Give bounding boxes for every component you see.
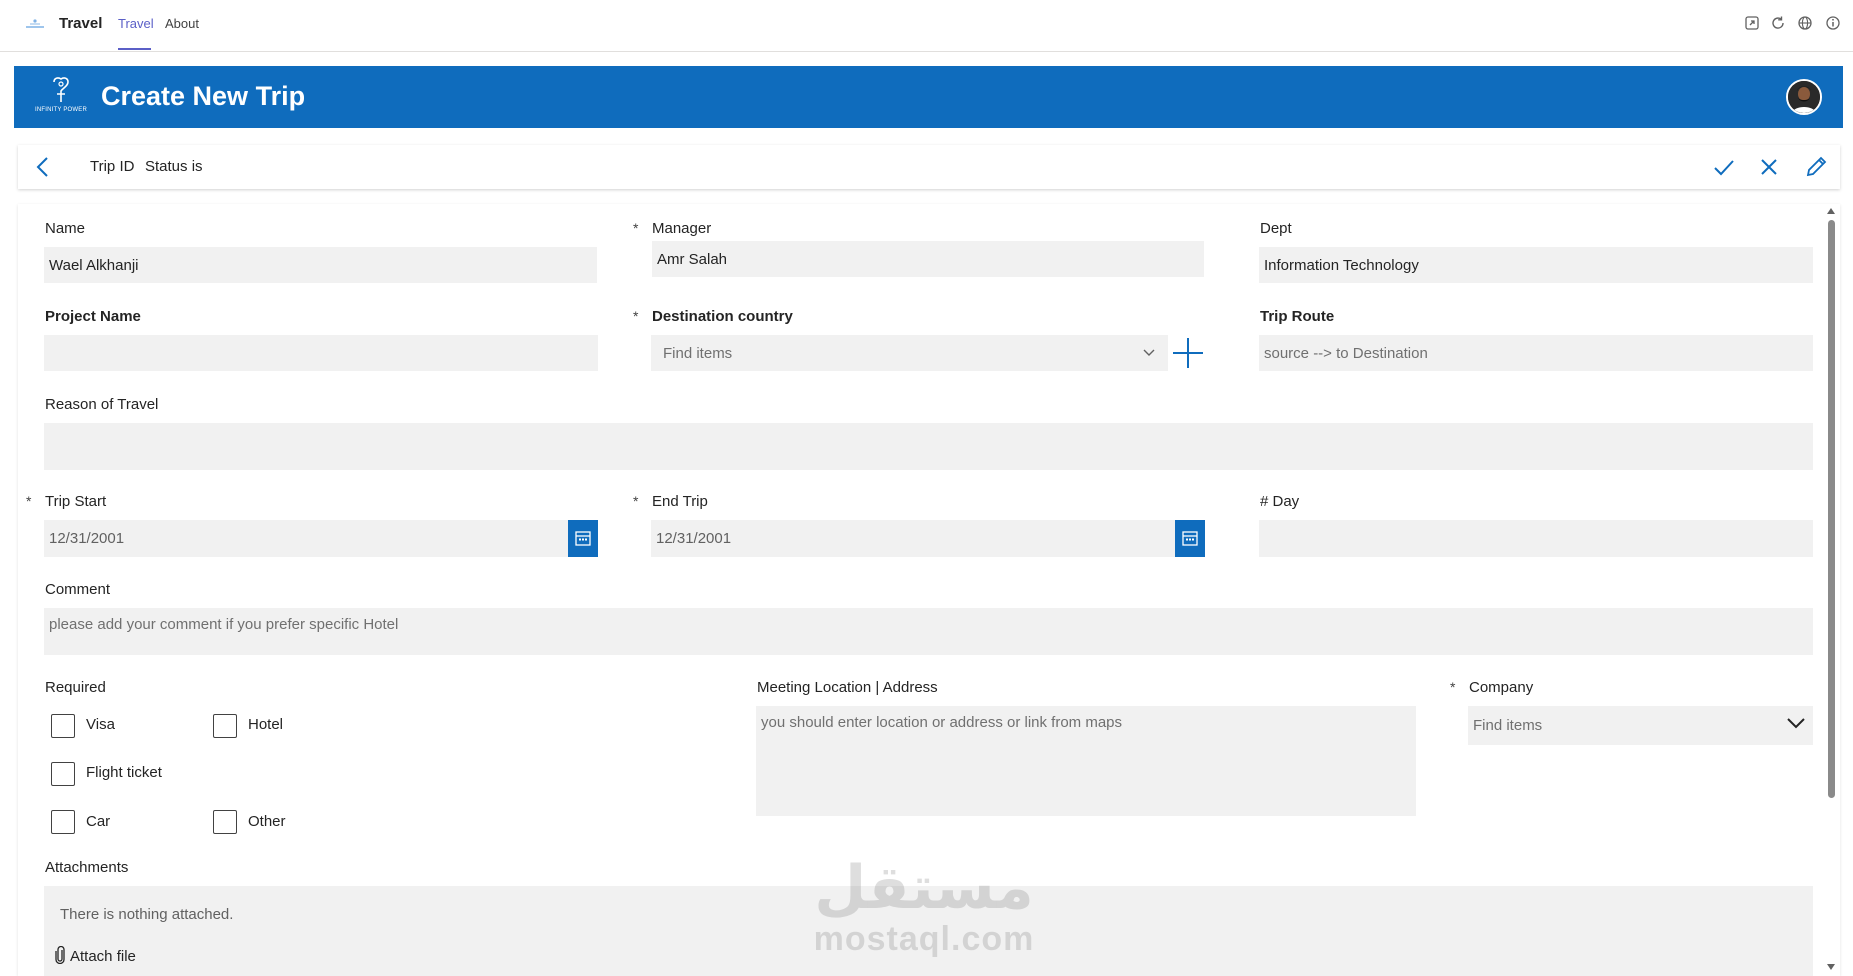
info-icon[interactable] bbox=[1825, 15, 1841, 31]
reason-of-travel-label: Reason of Travel bbox=[45, 396, 159, 413]
scroll-down-arrow-icon[interactable] bbox=[1827, 964, 1835, 970]
avatar[interactable] bbox=[1786, 79, 1822, 115]
attach-file-label: Attach file bbox=[70, 948, 136, 965]
other-checkbox-label: Other bbox=[248, 813, 286, 830]
travel-app-logo-icon bbox=[26, 19, 44, 28]
user-avatar-icon bbox=[1788, 81, 1820, 113]
calendar-icon bbox=[1182, 531, 1198, 546]
form-scrollbar[interactable] bbox=[1822, 204, 1840, 976]
app-top-bar: Travel Travel About bbox=[0, 0, 1853, 52]
attachments-label: Attachments bbox=[45, 859, 129, 876]
end-trip-date-field[interactable] bbox=[651, 520, 1175, 557]
trip-id-label: Trip ID bbox=[90, 158, 135, 175]
trip-start-label: Trip Start bbox=[45, 493, 107, 510]
company-required-marker: * bbox=[1450, 679, 1456, 695]
meeting-location-label: Meeting Location | Address bbox=[757, 679, 938, 696]
trip-route-label: Trip Route bbox=[1260, 308, 1335, 325]
attachments-area: There is nothing attached. Attach file bbox=[44, 886, 1813, 976]
trip-start-required-marker: * bbox=[26, 493, 32, 509]
required-items-label: Required bbox=[45, 679, 106, 696]
company-combobox[interactable] bbox=[1468, 706, 1813, 745]
flight-ticket-checkbox[interactable] bbox=[51, 762, 75, 786]
end-trip-required-marker: * bbox=[633, 493, 639, 509]
active-tab-indicator bbox=[118, 48, 151, 50]
trip-form: Name * Manager Dept Project Name * Desti… bbox=[18, 204, 1840, 976]
attachments-empty-text: There is nothing attached. bbox=[60, 906, 234, 923]
manager-label: Manager bbox=[652, 220, 712, 237]
page-title: Create New Trip bbox=[101, 81, 306, 111]
app-name: Travel bbox=[59, 15, 103, 32]
calendar-icon bbox=[575, 531, 591, 546]
hotel-checkbox[interactable] bbox=[213, 714, 237, 738]
trip-start-calendar-button[interactable] bbox=[568, 520, 598, 557]
company-chevron-down-icon[interactable] bbox=[1786, 716, 1806, 730]
tab-travel[interactable]: Travel bbox=[118, 16, 154, 31]
other-checkbox[interactable] bbox=[213, 810, 237, 834]
visa-checkbox[interactable] bbox=[51, 714, 75, 738]
brand-caption: INFINITY POWER bbox=[34, 107, 88, 113]
reason-of-travel-field[interactable] bbox=[44, 423, 1813, 470]
dept-label: Dept bbox=[1260, 220, 1292, 237]
attach-file-button[interactable]: Attach file bbox=[54, 946, 136, 965]
name-label: Name bbox=[45, 220, 86, 237]
refresh-icon[interactable] bbox=[1770, 15, 1786, 31]
days-label: # Day bbox=[1260, 493, 1300, 510]
name-field[interactable] bbox=[44, 247, 597, 283]
comment-label: Comment bbox=[45, 581, 111, 598]
meeting-location-field[interactable] bbox=[756, 706, 1416, 816]
visa-checkbox-label: Visa bbox=[86, 716, 115, 733]
dept-field[interactable] bbox=[1259, 247, 1813, 283]
destination-chevron-down-icon[interactable] bbox=[1142, 347, 1156, 357]
end-trip-label: End Trip bbox=[652, 493, 708, 510]
back-arrow-icon[interactable] bbox=[32, 155, 56, 179]
end-trip-calendar-button[interactable] bbox=[1175, 520, 1205, 557]
trip-start-date-field[interactable] bbox=[44, 520, 568, 557]
hotel-checkbox-label: Hotel bbox=[248, 716, 284, 733]
submit-check-icon[interactable] bbox=[1712, 155, 1736, 179]
paperclip-icon bbox=[55, 946, 65, 964]
destination-country-combobox[interactable] bbox=[651, 335, 1168, 371]
form-command-bar: Trip ID Status is bbox=[18, 145, 1840, 189]
comment-field[interactable] bbox=[44, 608, 1813, 655]
days-field[interactable] bbox=[1259, 520, 1813, 557]
page-header-banner: INFINITY POWER Create New Trip bbox=[14, 66, 1843, 128]
cancel-x-icon[interactable] bbox=[1757, 155, 1781, 179]
manager-required-marker: * bbox=[633, 220, 639, 236]
company-label: Company bbox=[1469, 679, 1534, 696]
popout-icon[interactable] bbox=[1744, 15, 1760, 31]
project-name-label: Project Name bbox=[45, 308, 141, 325]
destination-required-marker: * bbox=[633, 308, 639, 324]
flight-ticket-checkbox-label: Flight ticket bbox=[86, 764, 162, 781]
destination-country-label: Destination country bbox=[652, 308, 793, 325]
scrollbar-thumb[interactable] bbox=[1828, 220, 1835, 798]
trip-route-field[interactable] bbox=[1259, 335, 1813, 371]
edit-pencil-icon[interactable] bbox=[1804, 155, 1828, 179]
car-checkbox-label: Car bbox=[86, 813, 111, 830]
car-checkbox[interactable] bbox=[51, 810, 75, 834]
status-label: Status is bbox=[145, 158, 203, 175]
tab-about[interactable]: About bbox=[165, 16, 199, 31]
project-name-field[interactable] bbox=[44, 335, 598, 371]
scroll-up-arrow-icon[interactable] bbox=[1827, 208, 1835, 214]
add-destination-plus-icon[interactable] bbox=[1171, 336, 1205, 370]
globe-icon[interactable] bbox=[1797, 15, 1813, 31]
manager-field[interactable] bbox=[652, 241, 1204, 277]
